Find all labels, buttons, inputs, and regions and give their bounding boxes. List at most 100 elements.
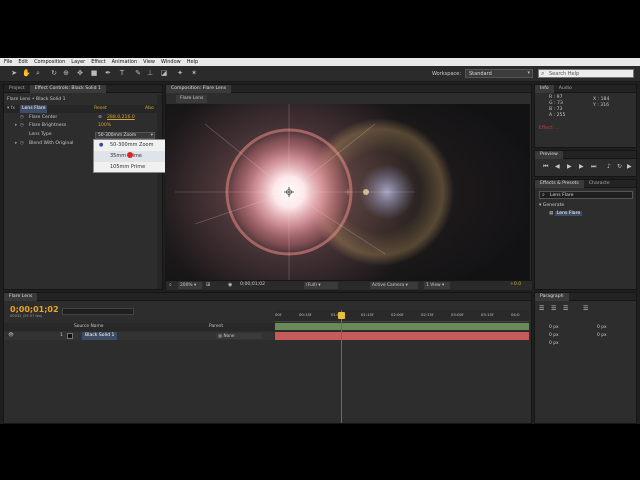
playhead[interactable] xyxy=(341,310,342,423)
grid-icon[interactable]: ⊞ xyxy=(206,282,210,288)
tab-audio[interactable]: Audio xyxy=(554,85,577,93)
audio-icon[interactable]: ♪ xyxy=(607,163,611,170)
menu-composition[interactable]: Composition xyxy=(34,59,65,65)
reset-link[interactable]: Reset xyxy=(94,105,107,113)
lens-type-dropdown[interactable]: 50-300mm Zoom ▾ xyxy=(95,132,155,139)
layer-row[interactable]: 👁 1 Black Solid 1 @ None xyxy=(4,332,274,340)
view-dropdown[interactable]: 1 View ▾ xyxy=(424,282,450,289)
tab-composition[interactable]: Composition: Flare Lens xyxy=(166,85,232,93)
indent-left-value[interactable]: 0 px xyxy=(549,325,559,330)
first-frame-icon[interactable]: ⏮ xyxy=(543,163,548,171)
source-name-header[interactable]: Source Name xyxy=(74,324,103,329)
search-help-input[interactable]: ⌕ Search Help xyxy=(538,69,634,78)
tab-timeline[interactable]: Flare Lens xyxy=(4,293,38,301)
menu-edit[interactable]: Edit xyxy=(18,59,28,65)
space-before-value[interactable]: 0 px xyxy=(597,333,607,338)
menu-bar: File Edit Composition Layer Effect Anima… xyxy=(0,58,640,66)
align-left-icon[interactable]: ☰ xyxy=(539,305,544,312)
effect-item-lens-flare[interactable]: ▦ Lens Flare xyxy=(549,210,583,218)
type-tool-icon[interactable]: T xyxy=(118,69,126,77)
disclosure-triangle-icon[interactable]: ▸ xyxy=(15,140,17,148)
clone-stamp-tool-icon[interactable]: ⊥ xyxy=(146,69,154,77)
prop-value[interactable]: 288.0,216.0 xyxy=(107,114,135,122)
visibility-eye-icon[interactable]: 👁 xyxy=(8,332,14,340)
next-frame-icon[interactable]: ▶ xyxy=(579,163,584,170)
exposure-value[interactable]: +0.0 xyxy=(510,282,521,287)
zoom-dropdown[interactable]: 200% ▾ xyxy=(178,282,202,289)
stopwatch-icon[interactable]: ◷ xyxy=(20,140,24,148)
stopwatch-icon[interactable]: ◷ xyxy=(20,122,24,130)
about-link[interactable]: Abo xyxy=(145,105,154,113)
timeline-search-input[interactable] xyxy=(62,308,134,315)
layer-duration-bar[interactable] xyxy=(275,332,529,340)
toolbar: ➤ ✋ ⌕ ↻ ⊕ ✥ ■ ✒ T ✎ ⊥ ◪ ✦ ✶ Workspace: S… xyxy=(0,66,640,82)
lens-flare-render xyxy=(165,104,530,280)
fx-badge[interactable]: ▾ fx xyxy=(7,105,15,113)
loop-icon[interactable]: ↻ xyxy=(617,163,622,170)
tab-info[interactable]: Info xyxy=(535,85,554,93)
menu-window[interactable]: Window xyxy=(161,59,181,65)
tab-effects-presets[interactable]: Effects & Presets xyxy=(535,180,584,188)
menu-help[interactable]: Help xyxy=(187,59,198,65)
menu-view[interactable]: View xyxy=(143,59,155,65)
prop-value[interactable]: 100% xyxy=(98,122,111,130)
pen-tool-icon[interactable]: ✒ xyxy=(104,69,112,77)
roto-brush-tool-icon[interactable]: ✦ xyxy=(176,69,184,77)
category-generate[interactable]: ▾ Generate xyxy=(539,202,564,210)
menu-file[interactable]: File xyxy=(4,59,12,65)
time-ruler[interactable]: 00f 00:15f 01:00f 01:15f 02:00f 02:15f 0… xyxy=(275,310,529,322)
workspace-select[interactable]: Standard ▾ xyxy=(465,69,533,78)
tab-paragraph[interactable]: Paragraph xyxy=(535,293,569,301)
panel-scrollbar[interactable] xyxy=(157,95,162,289)
camera-dropdown[interactable]: Active Camera ▾ xyxy=(370,282,418,289)
tab-character[interactable]: Characte xyxy=(584,180,615,188)
work-area-bar[interactable] xyxy=(275,323,529,330)
composition-viewer[interactable] xyxy=(165,104,530,280)
magnifier-icon[interactable]: ⌕ xyxy=(169,282,172,288)
tab-project[interactable]: Project xyxy=(4,85,30,93)
menu-animation[interactable]: Animation xyxy=(112,59,138,65)
comp-subtab[interactable]: Flare Lens xyxy=(176,95,208,103)
menu-layer[interactable]: Layer xyxy=(71,59,85,65)
stopwatch-icon[interactable]: ◷ xyxy=(20,114,24,122)
tab-effect-controls[interactable]: Effect Controls: Black Solid 1 xyxy=(29,85,106,93)
effect-header-row: ▾ fx Lens Flare Reset Abo xyxy=(4,105,162,113)
last-frame-icon[interactable]: ⏭ xyxy=(591,163,596,171)
justify-icon[interactable]: ☰ xyxy=(583,305,588,312)
brush-tool-icon[interactable]: ✎ xyxy=(134,69,142,77)
prev-frame-icon[interactable]: ◀ xyxy=(555,163,560,170)
effects-search-input[interactable]: ⌕ Lens Flare xyxy=(539,191,633,199)
crosshair-icon[interactable]: ⊕ xyxy=(98,114,102,122)
camera-snapshot-icon[interactable]: ◉ xyxy=(228,282,232,288)
align-center-icon[interactable]: ☰ xyxy=(551,305,556,312)
camera-tool-icon[interactable]: ⊕ xyxy=(62,69,70,77)
hand-tool-icon[interactable]: ✋ xyxy=(22,69,31,77)
timeline-timecode[interactable]: 0;00;01;02 xyxy=(10,305,59,314)
parent-dropdown[interactable]: @ None xyxy=(216,333,262,339)
align-right-icon[interactable]: ☰ xyxy=(563,305,568,312)
indent-right-value[interactable]: 0 px xyxy=(597,325,607,330)
rectangle-tool-icon[interactable]: ■ xyxy=(90,69,98,77)
layer-name[interactable]: Black Solid 1 xyxy=(82,332,118,340)
pan-behind-tool-icon[interactable]: ✥ xyxy=(76,69,84,77)
rotate-tool-icon[interactable]: ↻ xyxy=(50,69,58,77)
zoom-tool-icon[interactable]: ⌕ xyxy=(34,69,42,77)
eraser-tool-icon[interactable]: ◪ xyxy=(160,69,168,77)
effect-name: Lens Flare xyxy=(20,105,48,113)
playhead-handle[interactable] xyxy=(338,312,345,319)
tab-preview[interactable]: Preview xyxy=(535,151,563,159)
comp-timecode[interactable]: 0;00;01;02 xyxy=(240,282,265,287)
selection-tool-icon[interactable]: ➤ xyxy=(10,69,18,77)
ram-preview-icon[interactable]: ▶ xyxy=(627,163,632,170)
play-icon[interactable]: ▶ xyxy=(567,163,572,170)
chevron-down-icon: ▾ xyxy=(527,70,530,76)
disclosure-triangle-icon[interactable]: ▸ xyxy=(15,122,17,130)
resolution-dropdown[interactable]: (Full) ▾ xyxy=(304,282,338,289)
space-after-value[interactable]: 0 px xyxy=(549,341,559,346)
prop-flare-brightness: ▸ ◷ Flare Brightness 100% xyxy=(4,122,162,130)
puppet-tool-icon[interactable]: ✶ xyxy=(190,69,198,77)
parent-header[interactable]: Parent xyxy=(209,324,223,329)
indent-first-value[interactable]: 0 px xyxy=(549,333,559,338)
pickwhip-icon: @ xyxy=(218,333,223,338)
menu-effect[interactable]: Effect xyxy=(91,59,105,65)
